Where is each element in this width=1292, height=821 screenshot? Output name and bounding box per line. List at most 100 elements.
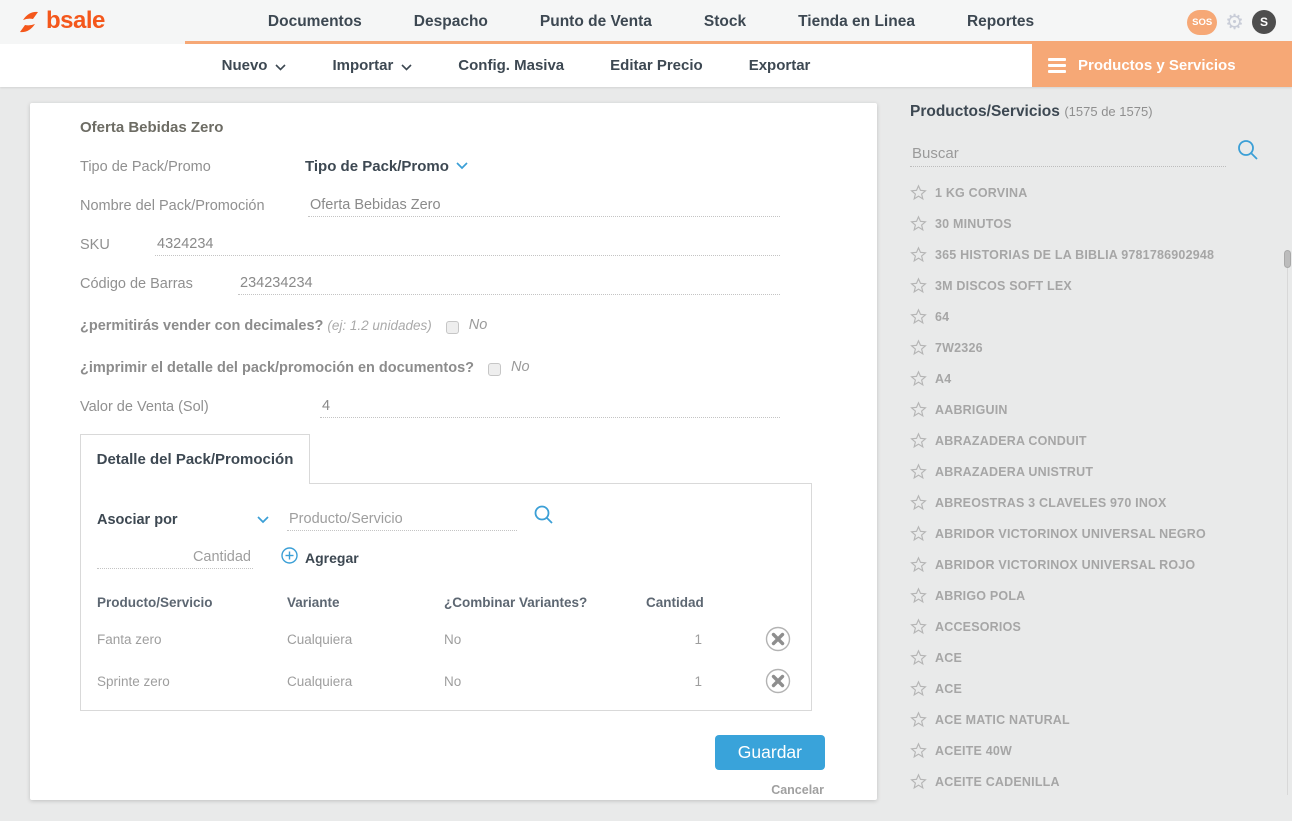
field-row-imprimir: ¿imprimir el detalle del pack/promoción …: [80, 352, 780, 376]
star-icon[interactable]: [910, 494, 927, 511]
star-icon[interactable]: [910, 401, 927, 418]
secondary-toolbar: Nuevo Importar Config. Masiva Editar Pre…: [0, 44, 1292, 87]
toolbar-item-editar-precio[interactable]: Editar Precio: [610, 57, 703, 74]
toolbar-item-nuevo[interactable]: Nuevo: [222, 56, 287, 75]
product-list-item[interactable]: ABRIGO POLA: [910, 580, 1286, 611]
product-name: 1 KG CORVINA: [935, 186, 1027, 200]
star-icon[interactable]: [910, 215, 927, 232]
sos-badge[interactable]: SOS: [1187, 10, 1217, 35]
agregar-button[interactable]: Agregar: [281, 547, 359, 569]
star-icon[interactable]: [910, 711, 927, 728]
tipo-pack-dropdown[interactable]: Tipo de Pack/Promo: [305, 157, 468, 178]
star-icon[interactable]: [910, 370, 927, 387]
product-list-item[interactable]: 1 KG CORVINA: [910, 177, 1286, 208]
hamburger-icon: [1048, 58, 1066, 73]
table-row: Fanta zero Cualquiera No 1: [97, 626, 795, 652]
star-icon[interactable]: [910, 463, 927, 480]
star-icon[interactable]: [910, 339, 927, 356]
product-name: ACE: [935, 651, 962, 665]
codigo-barras-input[interactable]: [238, 273, 780, 295]
decimales-question: ¿permitirás vender con decimales? (ej: 1…: [80, 318, 432, 334]
star-icon[interactable]: [910, 556, 927, 573]
sidebar-search-row: [910, 138, 1286, 167]
star-icon[interactable]: [910, 773, 927, 790]
asociar-por-select[interactable]: Asociar por: [97, 511, 269, 531]
cell-producto: Sprinte zero: [97, 674, 287, 689]
product-list-item[interactable]: AABRIGUIN: [910, 394, 1286, 425]
product-list-item[interactable]: ABRIDOR VICTORINOX UNIVERSAL ROJO: [910, 549, 1286, 580]
star-icon[interactable]: [910, 525, 927, 542]
product-list-item[interactable]: 64: [910, 301, 1286, 332]
cell-combinar: No: [444, 632, 646, 647]
star-icon[interactable]: [910, 587, 927, 604]
product-list-item[interactable]: A4: [910, 363, 1286, 394]
topnav-item[interactable]: Stock: [704, 13, 746, 31]
associate-row: Asociar por: [97, 504, 795, 531]
table-body: Fanta zero Cualquiera No 1: [97, 626, 795, 694]
bsale-logo[interactable]: bsale: [16, 8, 105, 36]
product-list-item[interactable]: 3M DISCOS SOFT LEX: [910, 270, 1286, 301]
product-list-item[interactable]: ABRIDOR VICTORINOX UNIVERSAL NEGRO: [910, 518, 1286, 549]
product-name: 30 MINUTOS: [935, 217, 1012, 231]
valor-venta-input[interactable]: [320, 396, 780, 418]
tab-detalle-pack[interactable]: Detalle del Pack/Promoción: [80, 434, 310, 484]
sku-input[interactable]: [155, 234, 780, 256]
star-icon[interactable]: [910, 184, 927, 201]
product-list-item[interactable]: ACEITE CADENILLA: [910, 766, 1286, 797]
topnav-item[interactable]: Tienda en Linea: [798, 13, 915, 31]
nombre-input[interactable]: [308, 195, 780, 217]
star-icon[interactable]: [910, 277, 927, 294]
topnav-item[interactable]: Despacho: [414, 13, 488, 31]
topnav-item[interactable]: Punto de Venta: [540, 13, 652, 31]
user-avatar[interactable]: S: [1252, 10, 1276, 34]
form-actions: Guardar: [30, 735, 877, 770]
cancelar-link[interactable]: Cancelar: [771, 783, 824, 797]
toolbar-item-importar[interactable]: Importar: [332, 56, 412, 75]
cantidad-input[interactable]: [97, 547, 253, 569]
product-name: AABRIGUIN: [935, 403, 1008, 417]
guardar-button[interactable]: Guardar: [715, 735, 825, 770]
delete-row-button[interactable]: [765, 668, 791, 694]
producto-servicio-input[interactable]: [287, 509, 517, 531]
sidebar-scrollbar-track[interactable]: [1287, 250, 1288, 795]
star-icon[interactable]: [910, 649, 927, 666]
star-icon[interactable]: [910, 618, 927, 635]
star-icon[interactable]: [910, 246, 927, 263]
header-right-icons: SOS ⚙ S: [1187, 10, 1276, 35]
product-list-item[interactable]: ACE: [910, 642, 1286, 673]
imprimir-checkbox[interactable]: [488, 363, 501, 376]
productos-servicios-panel-button[interactable]: Productos y Servicios: [1032, 44, 1292, 87]
star-icon[interactable]: [910, 308, 927, 325]
product-list-item[interactable]: ABREOSTRAS 3 CLAVELES 970 INOX: [910, 487, 1286, 518]
tipo-dropdown-value: Tipo de Pack/Promo: [305, 158, 449, 175]
sidebar-scrollbar-thumb[interactable]: [1284, 250, 1291, 268]
product-list-item[interactable]: 30 MINUTOS: [910, 208, 1286, 239]
product-list: 1 KG CORVINA 30 MINUTOS 365 HISTORIAS DE…: [910, 177, 1286, 797]
product-list-item[interactable]: ACEITE 40W: [910, 735, 1286, 766]
search-icon[interactable]: [1236, 138, 1260, 167]
product-list-item[interactable]: ACE MATIC NATURAL: [910, 704, 1286, 735]
product-name: 3M DISCOS SOFT LEX: [935, 279, 1072, 293]
topnav-item[interactable]: Reportes: [967, 13, 1034, 31]
decimales-hint: (ej: 1.2 unidades): [327, 318, 431, 333]
cell-producto: Fanta zero: [97, 632, 287, 647]
product-list-item[interactable]: ACCESORIOS: [910, 611, 1286, 642]
product-list-item[interactable]: ABRAZADERA CONDUIT: [910, 425, 1286, 456]
delete-row-button[interactable]: [765, 626, 791, 652]
star-icon[interactable]: [910, 432, 927, 449]
product-list-item[interactable]: ABRAZADERA UNISTRUT: [910, 456, 1286, 487]
sidebar-search-input[interactable]: [910, 143, 1226, 167]
product-list-item[interactable]: 7W2326: [910, 332, 1286, 363]
settings-gear-icon[interactable]: ⚙: [1225, 12, 1244, 33]
star-icon[interactable]: [910, 742, 927, 759]
cell-cantidad: 1: [646, 674, 702, 689]
product-list-item[interactable]: 365 HISTORIAS DE LA BIBLIA 9781786902948: [910, 239, 1286, 270]
toolbar-item-exportar[interactable]: Exportar: [749, 57, 811, 74]
toolbar-item-config-masiva[interactable]: Config. Masiva: [458, 57, 564, 74]
star-icon[interactable]: [910, 680, 927, 697]
decimales-checkbox[interactable]: [446, 321, 459, 334]
quantity-row: Agregar: [97, 547, 795, 569]
search-icon[interactable]: [533, 504, 555, 531]
product-list-item[interactable]: ACE: [910, 673, 1286, 704]
topnav-item[interactable]: Documentos: [268, 13, 362, 31]
